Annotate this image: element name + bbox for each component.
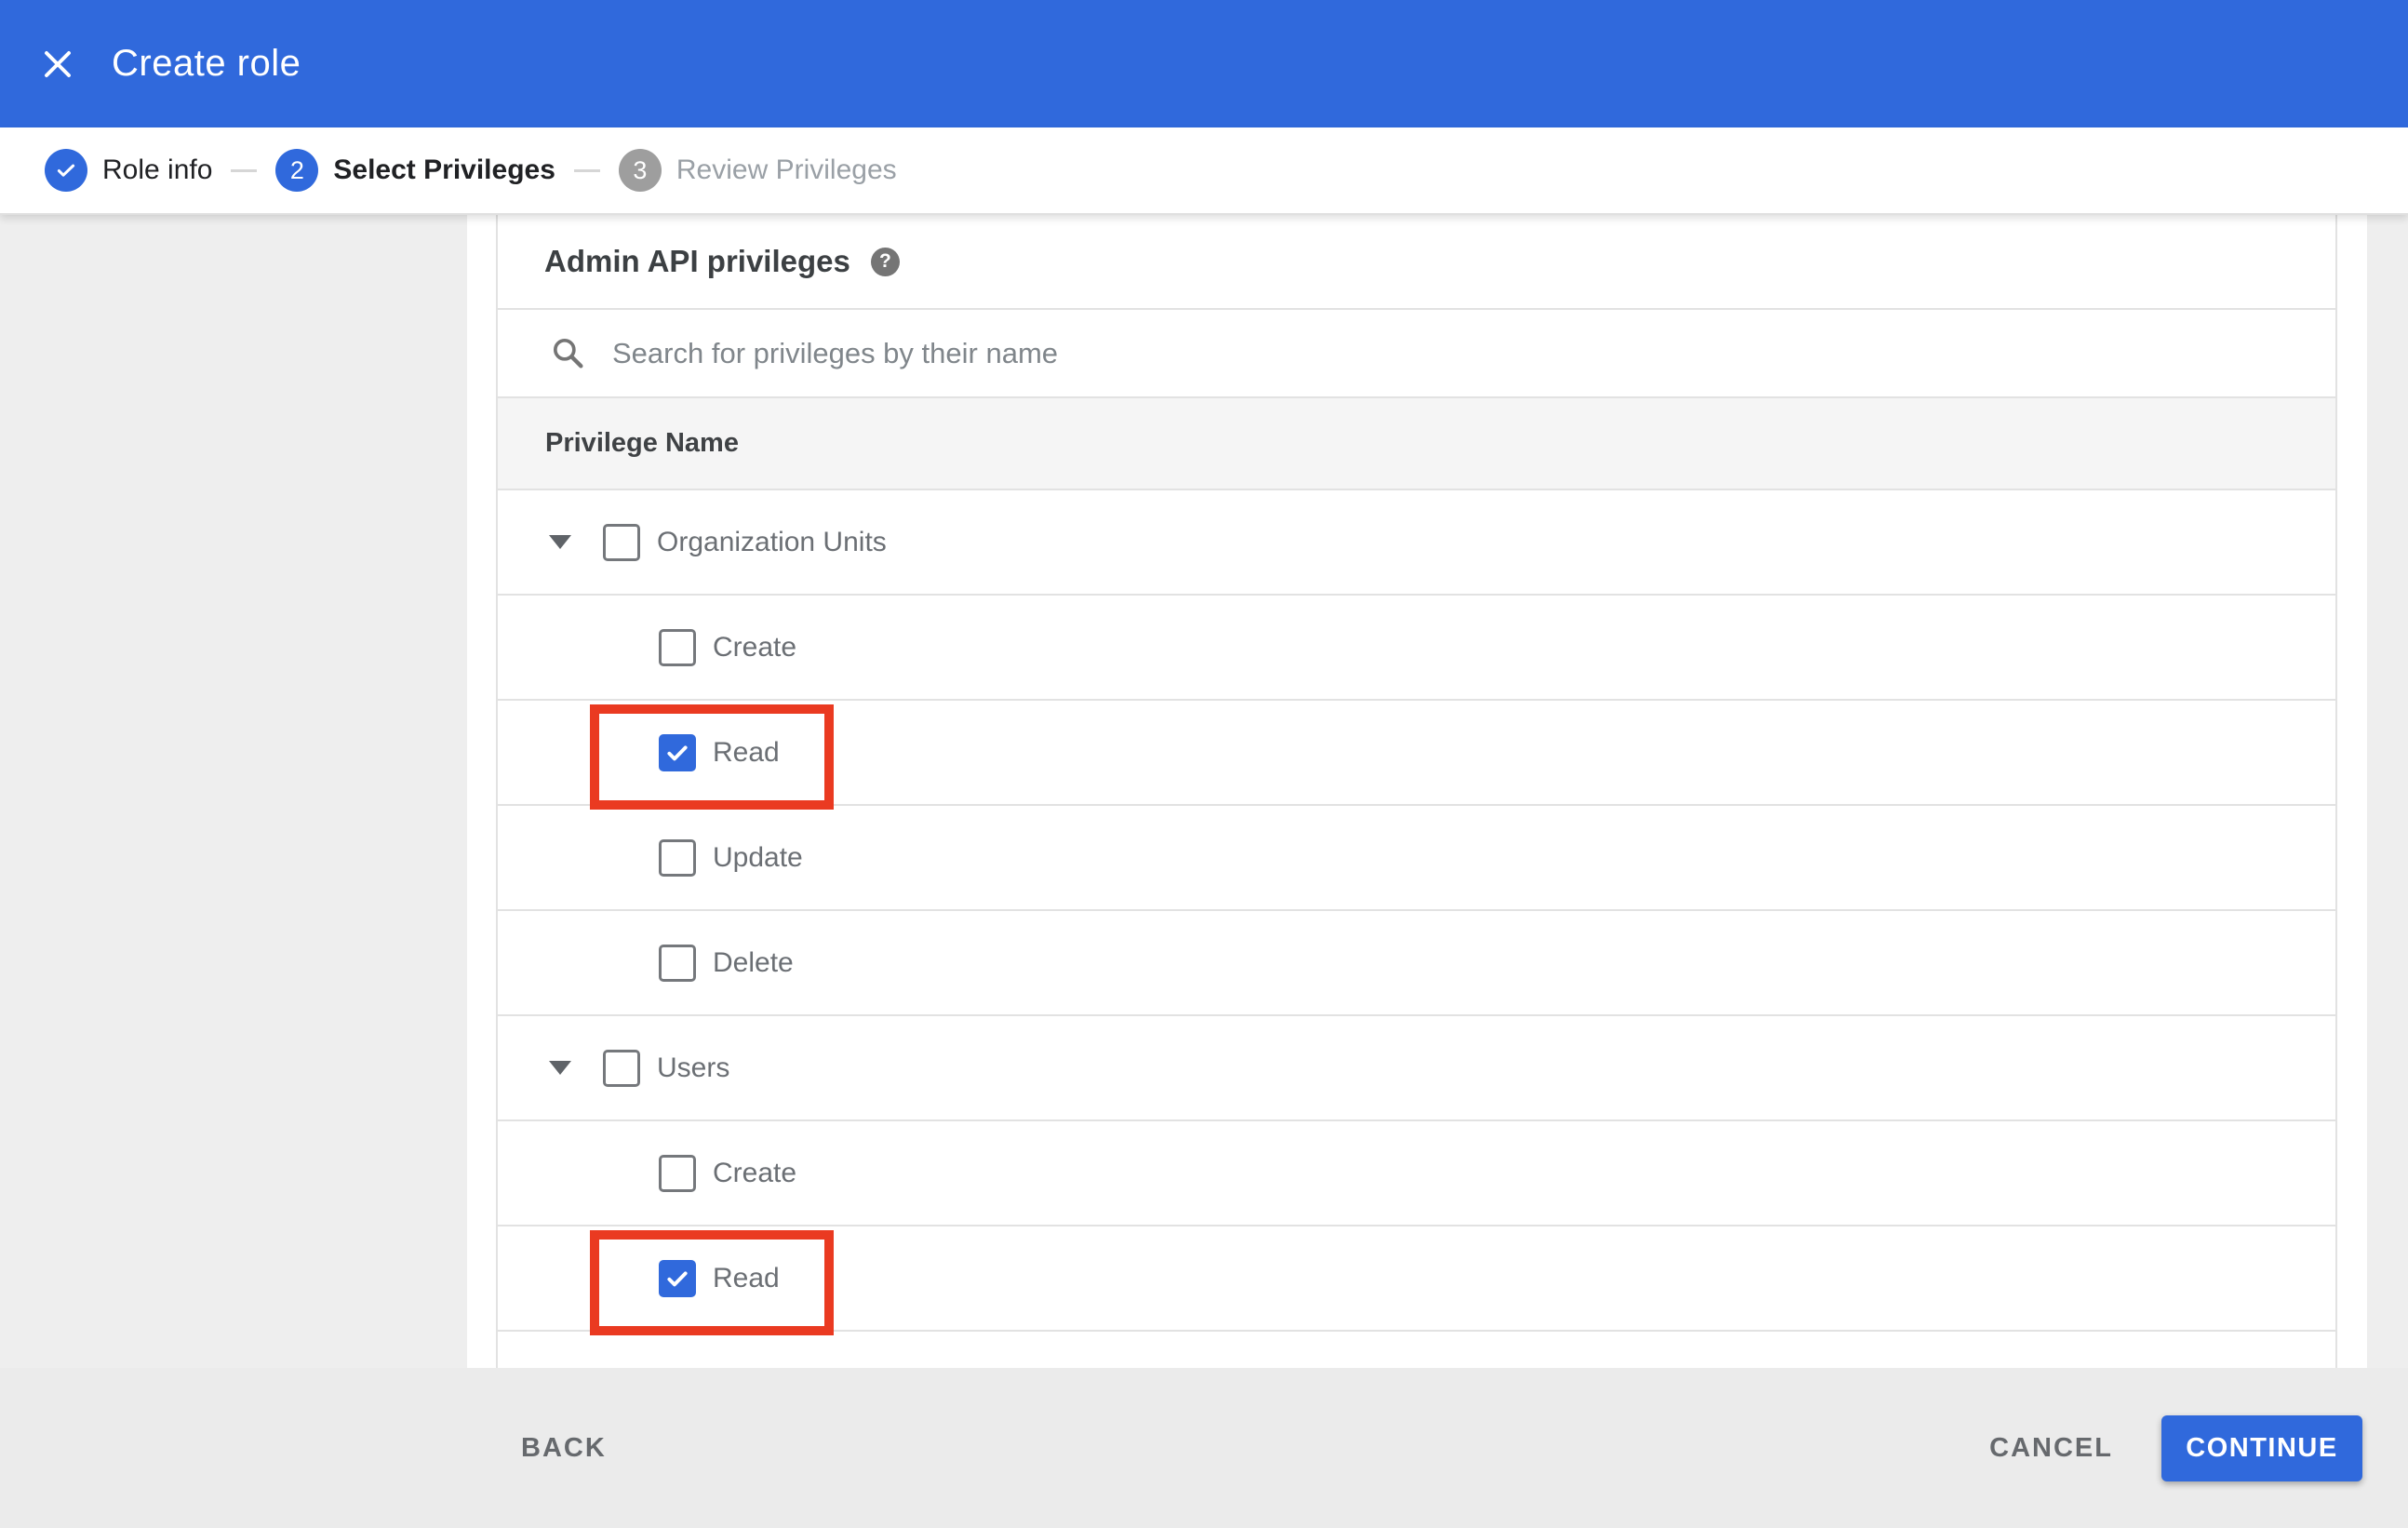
section-title: Admin API privileges [544, 244, 850, 278]
dialog-footer: BACK CANCEL CONTINUE [0, 1368, 2408, 1528]
step-number-badge: 2 [275, 149, 319, 192]
privilege-checkbox[interactable] [659, 1154, 696, 1192]
stepper: Role info 2 Select Privileges 3 Review P… [0, 127, 2408, 215]
privilege-row: Delete [498, 911, 2335, 1016]
dialog-title: Create role [112, 43, 301, 84]
privilege-label: Create [713, 1157, 797, 1188]
back-button[interactable]: BACK [521, 1433, 607, 1464]
privilege-checkbox[interactable] [603, 1049, 640, 1087]
step-connector [573, 168, 600, 172]
privilege-label: Users [657, 1052, 730, 1083]
create-role-dialog: Create role Role info 2 Select Privilege… [0, 0, 2408, 1528]
privilege-checkbox[interactable] [659, 1259, 696, 1297]
privilege-checkbox[interactable] [659, 733, 696, 771]
privilege-row: Update [498, 806, 2335, 911]
step-label: Role info [102, 154, 213, 185]
privilege-label: Update [713, 841, 803, 873]
step-complete-check-icon [45, 149, 87, 192]
dialog-header: Create role [0, 0, 2408, 127]
search-input[interactable] [612, 336, 2335, 370]
cancel-button[interactable]: CANCEL [1989, 1433, 2113, 1464]
privilege-checkbox[interactable] [659, 838, 696, 877]
search-bar [498, 310, 2335, 398]
privilege-row: Organization Units [498, 490, 2335, 596]
column-header: Privilege Name [498, 398, 2335, 490]
step-label: Select Privileges [333, 154, 555, 185]
dialog-body: Admin API privileges ? Privilege Name Or… [0, 215, 2408, 1368]
annotation-highlight-box [590, 1230, 834, 1335]
expand-arrow-icon[interactable] [549, 1061, 571, 1075]
continue-button[interactable]: CONTINUE [2161, 1414, 2362, 1481]
privilege-row: Create [498, 596, 2335, 701]
scroll-region: Admin API privileges ? Privilege Name Or… [467, 215, 2367, 1368]
privilege-label: Delete [713, 946, 794, 978]
step-number-badge: 3 [618, 149, 662, 192]
step-connector [231, 168, 258, 172]
privilege-row: Create [498, 1121, 2335, 1226]
expand-arrow-icon[interactable] [549, 535, 571, 549]
privilege-row: Read [498, 1226, 2335, 1335]
privilege-checkbox[interactable] [659, 628, 696, 666]
section-header: Admin API privileges ? [498, 215, 2335, 310]
privilege-label: Create [713, 631, 797, 663]
privilege-row: Users [498, 1016, 2335, 1121]
step-label: Review Privileges [676, 154, 897, 185]
privilege-label: Organization Units [657, 526, 887, 557]
privilege-label: Read [713, 736, 780, 768]
privilege-row: Read [498, 701, 2335, 810]
privilege-checkbox[interactable] [659, 944, 696, 982]
privilege-checkbox[interactable] [603, 523, 640, 561]
step-select-privileges[interactable]: 2 Select Privileges [275, 149, 555, 192]
close-icon[interactable] [30, 36, 86, 92]
column-header-label: Privilege Name [545, 428, 739, 458]
search-icon [554, 338, 583, 368]
privilege-label: Read [713, 1262, 780, 1293]
clipped-row [498, 1332, 2335, 1368]
step-review-privileges[interactable]: 3 Review Privileges [618, 149, 897, 192]
annotation-highlight-box [590, 704, 834, 810]
privileges-panel: Admin API privileges ? Privilege Name Or… [496, 215, 2337, 1368]
privilege-rows: Organization Units Create Read Update Delete… [498, 490, 2335, 1335]
help-icon[interactable]: ? [870, 247, 900, 276]
step-role-info[interactable]: Role info [45, 149, 212, 192]
